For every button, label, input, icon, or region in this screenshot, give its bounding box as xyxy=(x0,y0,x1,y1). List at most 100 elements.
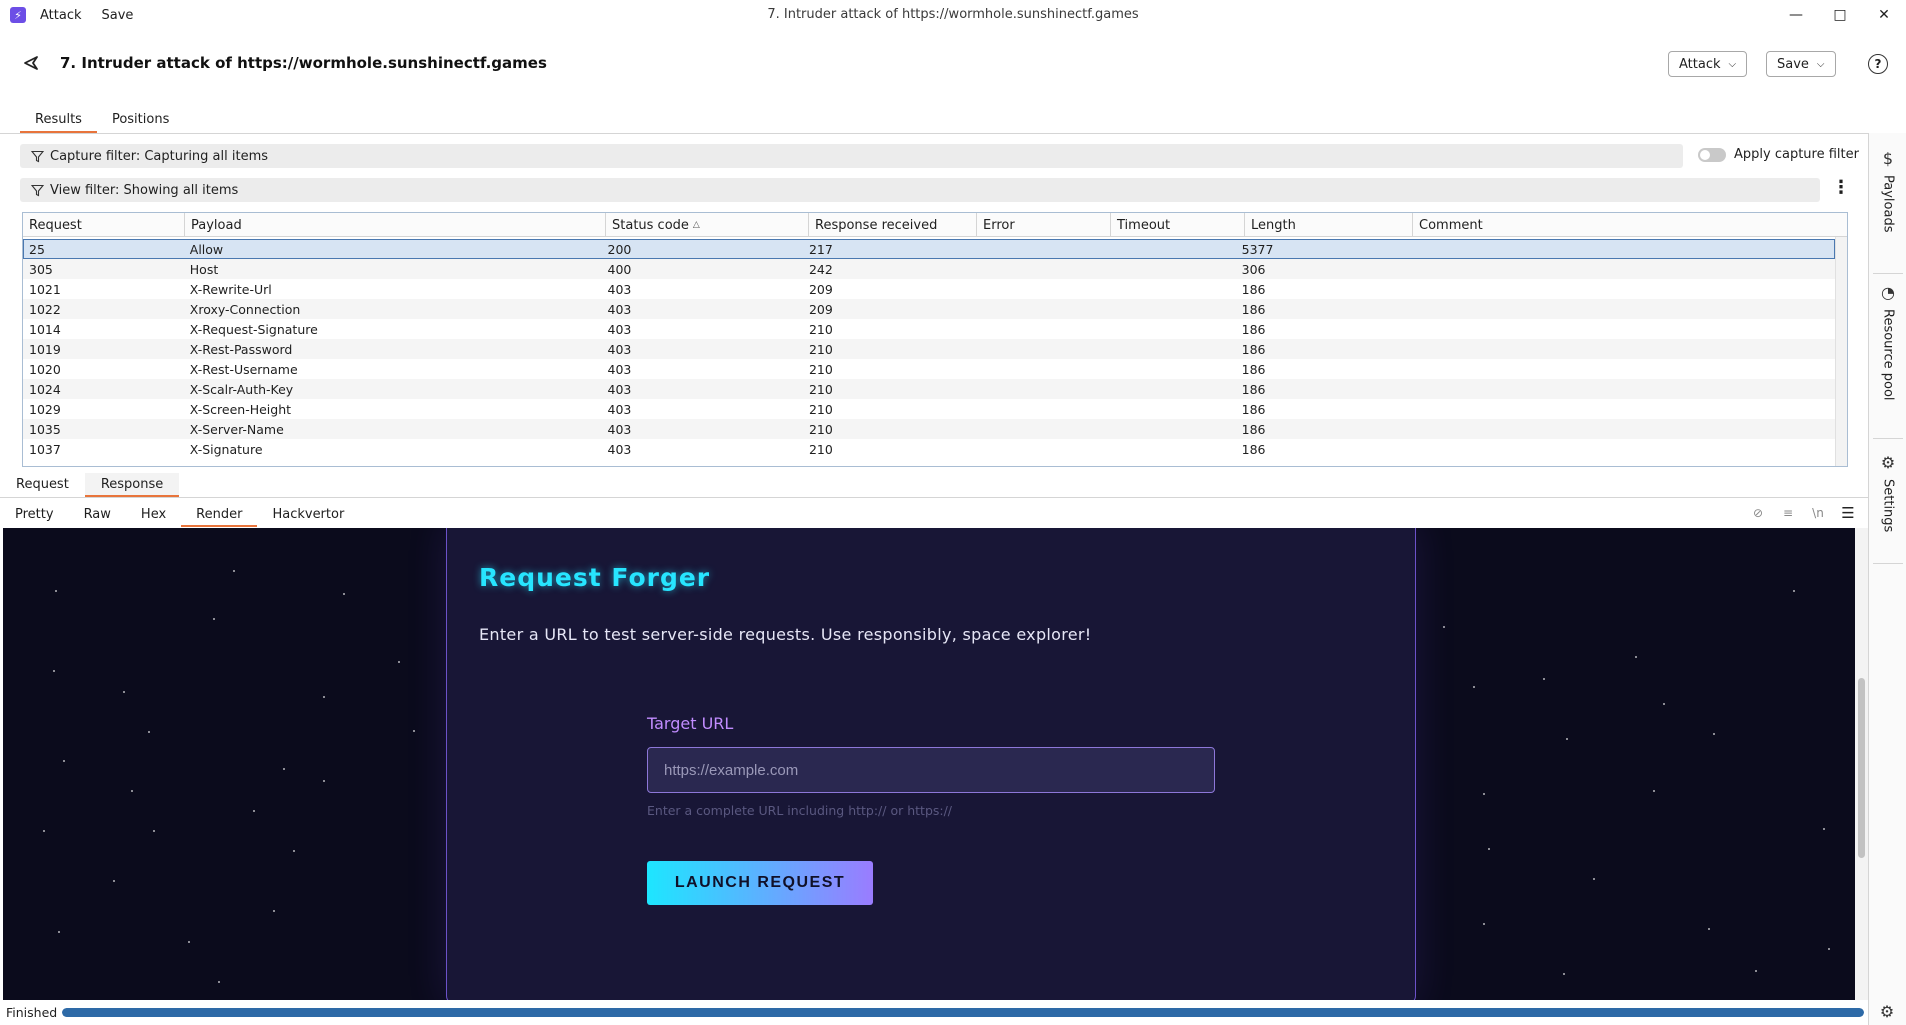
forger-title: Request Forger xyxy=(479,563,711,592)
star xyxy=(213,618,215,620)
table-row[interactable]: 1020 X-Rest-Username 403 210 186 xyxy=(23,359,1835,379)
table-cell xyxy=(970,439,1103,459)
hide-icon[interactable]: ⊘ xyxy=(1748,504,1768,522)
column-header-payload[interactable]: Payload xyxy=(185,213,606,237)
table-scrollbar[interactable] xyxy=(1835,237,1847,466)
column-header-timeout[interactable]: Timeout xyxy=(1111,213,1245,237)
table-cell: 5377 xyxy=(1241,241,1274,257)
table-cell xyxy=(970,339,1103,359)
column-header-length[interactable]: Length xyxy=(1245,213,1413,237)
table-cell xyxy=(1103,319,1236,339)
scrollbar-thumb[interactable] xyxy=(1858,678,1865,858)
table-cell xyxy=(970,359,1103,379)
star xyxy=(398,661,400,663)
minimize-icon[interactable]: — xyxy=(1774,0,1818,30)
table-cell xyxy=(1103,439,1236,459)
menu-icon[interactable]: ☰ xyxy=(1838,504,1858,522)
rail-item-resource-pool[interactable]: ◔ Resource pool xyxy=(1869,281,1906,401)
rail-label-payloads: Payloads xyxy=(1880,175,1896,233)
menu-attack[interactable]: Attack xyxy=(40,8,82,23)
table-row[interactable]: 1035 X-Server-Name 403 210 186 xyxy=(23,419,1835,439)
capture-filter-bar[interactable]: Capture filter: Capturing all items xyxy=(20,144,1683,168)
star xyxy=(293,850,295,852)
tab-pretty[interactable]: Pretty xyxy=(0,503,69,527)
save-dropdown-button[interactable]: Save ⌵ xyxy=(1766,51,1836,77)
rail-item-settings[interactable]: ⚙ Settings xyxy=(1869,451,1906,533)
star xyxy=(1708,928,1710,930)
table-cell xyxy=(1103,419,1236,439)
table-row[interactable]: 25 Allow 200 217 5377 xyxy=(23,239,1835,259)
table-row[interactable]: 1024 X-Scalr-Auth-Key 403 210 186 xyxy=(23,379,1835,399)
table-header: Request Payload Status code △ Response re… xyxy=(23,213,1847,237)
window-title: 7. Intruder attack of https://wormhole.s… xyxy=(767,7,1139,22)
close-icon[interactable]: ✕ xyxy=(1862,0,1906,30)
divider xyxy=(0,133,1868,134)
table-cell xyxy=(1103,259,1236,279)
star xyxy=(148,731,150,733)
column-header-error[interactable]: Error xyxy=(977,213,1111,237)
star xyxy=(1823,828,1825,830)
more-options-icon[interactable]: ⋮ xyxy=(1832,178,1850,198)
table-row[interactable]: 1029 X-Screen-Height 403 210 186 xyxy=(23,399,1835,419)
table-row[interactable]: 1022 Xroxy-Connection 403 209 186 xyxy=(23,299,1835,319)
divider xyxy=(1873,563,1903,564)
table-cell: X-Rewrite-Url xyxy=(189,281,272,297)
star xyxy=(1713,733,1715,735)
star xyxy=(1543,678,1545,680)
column-header-status-code[interactable]: Status code △ xyxy=(606,213,809,237)
table-cell: 305 xyxy=(29,261,53,277)
tab-raw[interactable]: Raw xyxy=(69,503,126,527)
funnel-icon xyxy=(30,183,44,197)
rail-item-payloads[interactable]: $ Payloads xyxy=(1869,147,1906,233)
table-row[interactable]: 1021 X-Rewrite-Url 403 209 186 xyxy=(23,279,1835,299)
tab-hackvertor[interactable]: Hackvertor xyxy=(257,503,359,527)
view-filter-label: View filter: Showing all items xyxy=(50,182,239,198)
divider xyxy=(1873,438,1903,439)
tab-request[interactable]: Request xyxy=(0,473,85,497)
star xyxy=(1483,793,1485,795)
view-filter-bar[interactable]: View filter: Showing all items xyxy=(20,178,1820,202)
column-header-response-received[interactable]: Response received xyxy=(809,213,977,237)
table-row[interactable]: 305 Host 400 242 306 xyxy=(23,259,1835,279)
star xyxy=(323,780,325,782)
table-cell: 403 xyxy=(607,301,632,317)
back-arrow-icon[interactable] xyxy=(20,52,42,74)
tab-positions[interactable]: Positions xyxy=(97,108,184,133)
tab-results[interactable]: Results xyxy=(20,108,97,133)
table-cell xyxy=(1103,399,1236,419)
table-cell: 209 xyxy=(808,281,833,297)
tab-response[interactable]: Response xyxy=(84,473,180,497)
render-scrollbar[interactable] xyxy=(1855,528,1868,1000)
attack-dropdown-button[interactable]: Attack ⌵ xyxy=(1668,51,1748,77)
gear-icon[interactable]: ⚙ xyxy=(1876,1000,1898,1022)
table-row[interactable]: 1037 X-Signature 403 210 186 xyxy=(23,439,1835,459)
attack-header: 7. Intruder attack of https://wormhole.s… xyxy=(0,30,1906,102)
star xyxy=(188,941,190,943)
table-row[interactable]: 1019 X-Rest-Password 403 210 186 xyxy=(23,339,1835,359)
launch-request-button[interactable]: LAUNCH REQUEST xyxy=(647,861,873,905)
column-header-comment[interactable]: Comment xyxy=(1413,213,1847,237)
table-cell: 403 xyxy=(607,401,632,417)
tab-hex[interactable]: Hex xyxy=(126,503,181,527)
star xyxy=(253,810,255,812)
capture-filter-label: Capture filter: Capturing all items xyxy=(50,148,269,164)
table-cell: 200 xyxy=(607,241,632,257)
star xyxy=(53,670,55,672)
menu-save[interactable]: Save xyxy=(102,8,134,23)
table-cell xyxy=(1402,259,1835,279)
maximize-icon[interactable]: □ xyxy=(1818,0,1862,30)
help-icon[interactable]: ? xyxy=(1868,54,1888,74)
table-row[interactable]: 1014 X-Request-Signature 403 210 186 xyxy=(23,319,1835,339)
table-cell: X-Signature xyxy=(189,441,263,457)
newline-icon[interactable]: \n xyxy=(1808,504,1828,522)
column-header-request[interactable]: Request xyxy=(23,213,185,237)
tab-render[interactable]: Render xyxy=(181,503,258,527)
target-url-input[interactable] xyxy=(647,747,1215,793)
table-cell: 403 xyxy=(607,381,632,397)
rail-label-resource-pool: Resource pool xyxy=(1880,309,1896,401)
table-cell xyxy=(970,379,1103,399)
table-cell xyxy=(1103,279,1236,299)
right-rail: $ Payloads ◔ Resource pool ⚙ Settings xyxy=(1868,133,1906,1025)
word-wrap-icon[interactable]: ≡ xyxy=(1778,504,1798,522)
apply-capture-filter-toggle[interactable] xyxy=(1698,148,1726,162)
